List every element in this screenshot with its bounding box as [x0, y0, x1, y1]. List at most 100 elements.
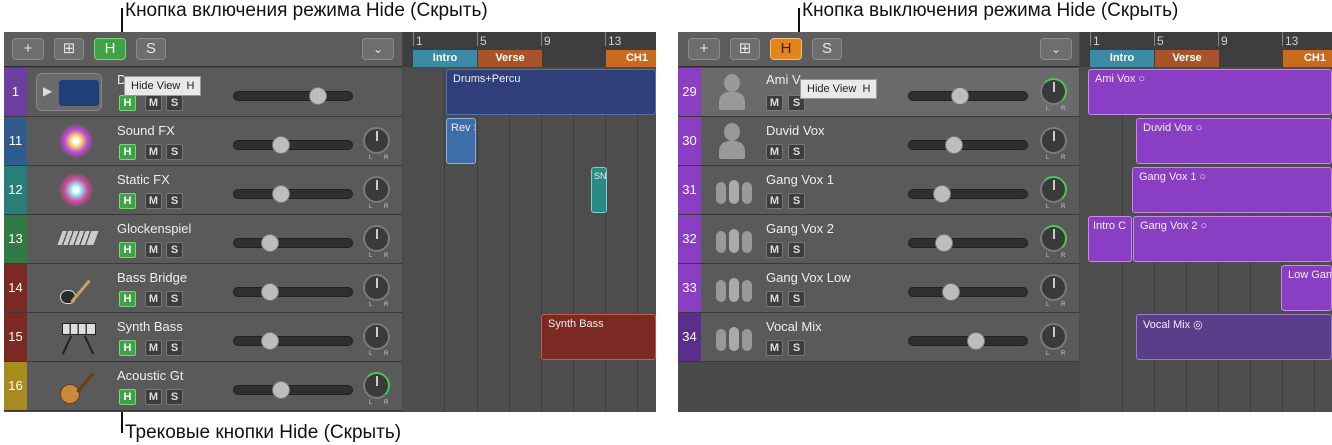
track-solo-button[interactable]: S: [166, 193, 183, 209]
pan-knob[interactable]: [363, 225, 390, 252]
pan-knob[interactable]: [1040, 176, 1067, 203]
marker-chorus[interactable]: CH1: [1283, 50, 1332, 67]
track-hide-button[interactable]: H: [119, 242, 136, 258]
track-row[interactable]: 12 Static FX H M S LR: [4, 166, 402, 215]
duplicate-track-button[interactable]: ⊞: [54, 38, 84, 60]
volume-fader[interactable]: [908, 185, 1028, 203]
marker-verse[interactable]: Verse: [478, 50, 542, 67]
track-hide-button[interactable]: H: [119, 389, 136, 405]
region-vocal-mix[interactable]: Vocal Mix ◎: [1136, 314, 1332, 360]
track-row[interactable]: 15 Synth Bass H M S LR: [4, 313, 402, 362]
track-mute-button[interactable]: M: [766, 144, 783, 160]
track-solo-button[interactable]: S: [788, 291, 805, 307]
region-drums[interactable]: Drums+Percu: [446, 69, 656, 115]
volume-fader[interactable]: [908, 136, 1028, 154]
duplicate-track-button[interactable]: ⊞: [730, 38, 760, 60]
marker-chorus[interactable]: CH1: [606, 50, 656, 67]
track-solo-button[interactable]: S: [788, 193, 805, 209]
track-row[interactable]: 11 Sound FX H M S LR: [4, 117, 402, 166]
track-row[interactable]: 34 Vocal Mix M S LR: [678, 313, 1079, 362]
marker-intro[interactable]: Intro: [413, 50, 477, 67]
track-solo-button[interactable]: S: [166, 291, 183, 307]
track-mute-button[interactable]: M: [145, 340, 162, 356]
arrange-area[interactable]: Ami Vox ○ Duvid Vox ○ Gang Vox 1 ○ Intro…: [1080, 68, 1332, 412]
track-solo-button[interactable]: S: [788, 242, 805, 258]
region-rev[interactable]: Rev S: [446, 118, 476, 164]
track-mute-button[interactable]: M: [145, 144, 162, 160]
pan-knob[interactable]: [363, 127, 390, 154]
marker-intro[interactable]: Intro: [1090, 50, 1154, 67]
region-low-gang[interactable]: Low Gan: [1281, 265, 1332, 311]
track-row[interactable]: 32 Gang Vox 2 M S LR: [678, 215, 1079, 264]
volume-fader[interactable]: [233, 332, 353, 350]
track-mute-button[interactable]: M: [145, 389, 162, 405]
track-mute-button[interactable]: M: [145, 95, 162, 111]
track-row[interactable]: 31 Gang Vox 1 M S LR: [678, 166, 1079, 215]
track-solo-button[interactable]: S: [166, 144, 183, 160]
track-hide-button[interactable]: H: [119, 193, 136, 209]
track-solo-button[interactable]: S: [166, 340, 183, 356]
pan-knob[interactable]: [1040, 78, 1067, 105]
track-row[interactable]: 30 Duvid Vox M S LR: [678, 117, 1079, 166]
volume-fader[interactable]: [908, 283, 1028, 301]
region-gang-vox-1[interactable]: Gang Vox 1 ○: [1132, 167, 1332, 213]
volume-fader[interactable]: [908, 332, 1028, 350]
add-track-button[interactable]: +: [12, 38, 44, 60]
volume-fader[interactable]: [233, 283, 353, 301]
menu-button[interactable]: ⌄: [1040, 38, 1072, 60]
pan-knob[interactable]: [363, 323, 390, 350]
volume-fader[interactable]: [233, 87, 353, 105]
region-synth-bass[interactable]: Synth Bass: [541, 314, 656, 360]
track-mute-button[interactable]: M: [766, 193, 783, 209]
pan-knob[interactable]: [363, 274, 390, 301]
volume-fader[interactable]: [233, 381, 353, 399]
track-mute-button[interactable]: M: [145, 193, 162, 209]
volume-fader[interactable]: [908, 234, 1028, 252]
track-hide-button[interactable]: H: [119, 144, 136, 160]
track-row[interactable]: 33 Gang Vox Low M S LR: [678, 264, 1079, 313]
track-solo-button[interactable]: S: [166, 95, 183, 111]
track-row[interactable]: 14 Bass Bridge H M S LR: [4, 264, 402, 313]
ruler[interactable]: 1 5 9 13 Intro Verse CH1: [403, 32, 656, 67]
track-solo-button[interactable]: S: [788, 144, 805, 160]
hide-view-button[interactable]: H: [94, 38, 126, 60]
arrange-area[interactable]: Drums+Percu Rev S SN Synth Bass: [403, 68, 656, 412]
ruler[interactable]: 1 5 9 13 Intro Verse CH1: [1080, 32, 1332, 67]
marker-verse[interactable]: Verse: [1155, 50, 1219, 67]
pan-knob[interactable]: [363, 372, 390, 399]
track-mute-button[interactable]: M: [766, 95, 783, 111]
region-ami-vox[interactable]: Ami Vox ○: [1088, 69, 1332, 115]
pan-knob[interactable]: [1040, 127, 1067, 154]
pan-knob[interactable]: [1040, 323, 1067, 350]
region-static[interactable]: SN: [591, 167, 607, 213]
track-solo-button[interactable]: S: [166, 242, 183, 258]
add-track-button[interactable]: +: [688, 38, 720, 60]
play-icon[interactable]: ▶: [36, 73, 102, 111]
track-mute-button[interactable]: M: [766, 291, 783, 307]
volume-fader[interactable]: [233, 234, 353, 252]
volume-fader[interactable]: [908, 87, 1028, 105]
volume-fader[interactable]: [233, 136, 353, 154]
pan-knob[interactable]: [1040, 274, 1067, 301]
region-intro-c[interactable]: Intro C: [1088, 216, 1132, 262]
track-row[interactable]: 13 Glockenspiel H M S LR: [4, 215, 402, 264]
track-solo-button[interactable]: S: [166, 389, 183, 405]
volume-fader[interactable]: [233, 185, 353, 203]
track-solo-button[interactable]: S: [788, 340, 805, 356]
pan-knob[interactable]: [1040, 225, 1067, 252]
track-row[interactable]: 1 ▶ D H M S: [4, 68, 402, 117]
hide-view-button[interactable]: H: [770, 38, 802, 60]
track-mute-button[interactable]: M: [145, 291, 162, 307]
solo-button[interactable]: S: [812, 38, 842, 60]
track-hide-button[interactable]: H: [119, 95, 136, 111]
track-row[interactable]: 29 Ami V M S LR: [678, 68, 1079, 117]
region-duvid-vox[interactable]: Duvid Vox ○: [1136, 118, 1332, 164]
menu-button[interactable]: ⌄: [362, 38, 394, 60]
region-gang-vox-2[interactable]: Gang Vox 2 ○: [1133, 216, 1332, 262]
track-hide-button[interactable]: H: [119, 291, 136, 307]
track-mute-button[interactable]: M: [145, 242, 162, 258]
solo-button[interactable]: S: [136, 38, 166, 60]
track-mute-button[interactable]: M: [766, 340, 783, 356]
track-mute-button[interactable]: M: [766, 242, 783, 258]
pan-knob[interactable]: [363, 176, 390, 203]
